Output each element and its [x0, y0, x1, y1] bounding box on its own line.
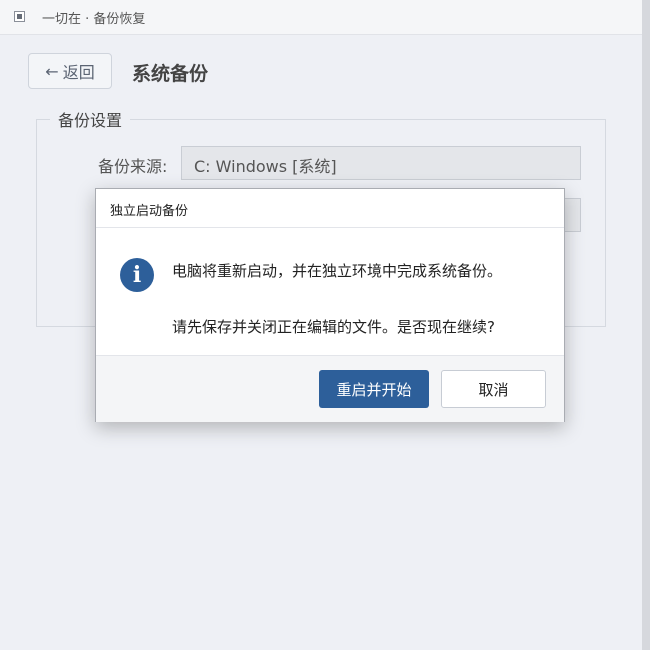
window-title: 一切在 · 备份恢复 — [42, 12, 146, 27]
cancel-button[interactable]: 取消 — [441, 370, 546, 408]
arrow-left-icon: ← — [45, 61, 59, 81]
app-window-icon — [14, 11, 25, 22]
dialog-message-line2: 请先保存并关闭正在编辑的文件。是否现在继续? — [172, 318, 495, 336]
info-icon: i — [120, 258, 154, 292]
standalone-backup-dialog: 独立启动备份 i 电脑将重新启动，并在独立环境中完成系统备份。 请先保存并关闭正… — [95, 188, 565, 422]
back-button[interactable]: ← 返回 — [28, 53, 112, 89]
backup-source-label: 备份来源: — [98, 157, 168, 176]
dialog-footer: 重启并开始 取消 — [96, 355, 564, 422]
title-bar: 一切在 · 备份恢复 — [0, 0, 642, 35]
backup-source-field[interactable]: C: Windows [系统] — [181, 146, 581, 180]
dialog-title: 独立启动备份 — [110, 204, 189, 219]
backup-settings-legend: 备份设置 — [50, 107, 131, 131]
page-title: 系统备份 — [132, 63, 209, 85]
dialog-message-line1: 电脑将重新启动，并在独立环境中完成系统备份。 — [172, 262, 503, 280]
dialog-header: 独立启动备份 — [96, 189, 564, 228]
restart-and-start-button[interactable]: 重启并开始 — [319, 370, 429, 408]
scrollbar[interactable] — [642, 0, 650, 650]
back-button-label: 返回 — [62, 63, 95, 82]
